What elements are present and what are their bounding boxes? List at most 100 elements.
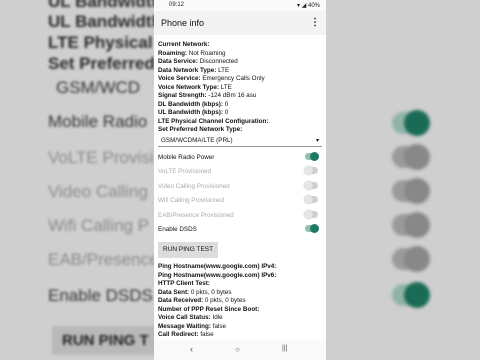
- bg-text: Set Preferred: [48, 54, 155, 73]
- page-title: Phone info: [161, 18, 205, 28]
- info-label: Data Service:: [158, 58, 198, 65]
- info-value: Idle: [212, 314, 223, 321]
- overflow-menu-icon[interactable]: ⋮: [310, 17, 320, 28]
- info-row: Voice Call Status: Idle: [158, 314, 322, 323]
- chevron-down-icon: ▾: [315, 137, 319, 144]
- toggle-knob: [310, 224, 319, 233]
- bg-text: Enable DSDS: [48, 286, 153, 305]
- bg-text: Video Calling: [48, 182, 148, 201]
- toggle-switch: [304, 180, 318, 190]
- switch-row: Mobile Radio Power: [158, 150, 322, 165]
- info-value: Not Roaming: [188, 49, 226, 57]
- info-label: Data Network Type:: [158, 66, 217, 74]
- bg-text: Mobile Radio: [48, 112, 148, 131]
- switch-label: Enable DSDS: [158, 226, 197, 233]
- app-bar: Phone info ⋮: [154, 11, 326, 35]
- toggle-knob: [304, 180, 313, 190]
- bg-text: RUN PING T: [52, 326, 159, 355]
- info-value: false: [212, 322, 227, 330]
- toggle-switch: [304, 166, 318, 175]
- toggle-switch[interactable]: [305, 224, 319, 233]
- status-icons: ▾ ◢ 40%: [297, 3, 320, 9]
- status-bar: 09:12 ▾ ◢ 40%: [154, 0, 326, 11]
- switch-label: Mobile Radio Power: [158, 153, 215, 161]
- preferred-network-dropdown[interactable]: GSM/WCDMA/LTE (PRL) ▾: [158, 136, 322, 147]
- bg-toggle: [392, 212, 430, 238]
- bg-toggle: [392, 178, 430, 204]
- info-label: Data Sent:: [158, 288, 190, 296]
- phone-screen: 09:12 ▾ ◢ 40% Phone info ⋮ Current Netwo…: [154, 0, 326, 360]
- info-label: LTE Physical Channel Configuration:: [158, 117, 269, 125]
- switch-row: Wifi Calling Provisioned: [158, 193, 322, 208]
- info-label: Ping Hostname(www.google.com) IPv4:: [158, 263, 277, 270]
- info-row: Roaming: Not Roaming: [158, 50, 322, 59]
- info-list: Current Network: Roaming: Not Roaming Dat…: [158, 36, 322, 340]
- switch-label: Wifi Calling Provisioned: [158, 197, 225, 204]
- info-value: LTE: [218, 66, 230, 74]
- info-value: 0 pkts, 0 bytes: [204, 297, 246, 304]
- info-label: Call Redirect:: [158, 331, 199, 338]
- info-value: LTE: [220, 83, 232, 91]
- info-row: LTE Physical Channel Configuration:: [158, 118, 322, 127]
- bg-text: Wifi Calling P: [48, 216, 150, 235]
- switch-row: Video Calling Provisioned: [158, 179, 322, 194]
- info-value: Disconnected: [199, 58, 238, 65]
- bg-text: VoLTE Provisi: [48, 148, 154, 167]
- status-time: 09:12: [169, 2, 185, 8]
- back-icon[interactable]: ‹: [190, 344, 193, 354]
- bg-text: UL Bandwidth: [48, 12, 162, 31]
- info-row: Call Redirect: false: [158, 331, 322, 340]
- preferred-network-value: GSM/WCDMA/LTE (PRL): [161, 136, 233, 144]
- info-label: Voice Call Status:: [158, 314, 211, 321]
- run-ping-test-button[interactable]: RUN PING TEST: [158, 241, 219, 258]
- info-row: Voice Service: Emergency Calls Only: [158, 75, 322, 84]
- info-label: Signal Strength:: [158, 92, 207, 99]
- home-icon[interactable]: ○: [235, 345, 240, 354]
- info-row: Number of PPP Reset Since Boot:: [158, 306, 322, 315]
- bg-text: UL Bandwidth: [48, 0, 162, 11]
- info-label: Voice Network Type:: [158, 83, 220, 91]
- bg-toggle: [392, 282, 430, 308]
- info-label: Number of PPP Reset Since Boot:: [158, 305, 260, 313]
- info-row: Signal Strength: -124 dBm 16 asu: [158, 92, 322, 101]
- info-label: DL Bandwidth (kbps):: [158, 100, 223, 108]
- info-value: Emergency Calls Only: [202, 75, 265, 82]
- toggle-knob: [310, 151, 319, 161]
- info-row: Data Received: 0 pkts, 0 bytes: [158, 297, 322, 306]
- info-label: Roaming:: [158, 49, 188, 57]
- bg-text: EAB/Presence: [48, 250, 159, 269]
- switch-label: Video Calling Provisioned: [158, 182, 230, 190]
- info-label: Current Network:: [158, 41, 210, 48]
- info-label: Data Received:: [158, 297, 204, 304]
- bg-toggle: [392, 144, 430, 170]
- info-row: HTTP Client Test:: [158, 280, 322, 289]
- info-row: Data Network Type: LTE: [158, 67, 322, 76]
- info-label: Ping Hostname(www.google.com) IPv6:: [158, 271, 277, 279]
- switch-row: Enable DSDS: [158, 222, 322, 237]
- toggle-knob: [304, 166, 313, 175]
- nav-bar: ‹ ○ |||: [154, 340, 326, 360]
- info-value: -124 dBm 16 asu: [208, 92, 257, 99]
- info-label: UL Bandwidth (kbps):: [158, 109, 223, 116]
- info-value: 0 pkts, 0 bytes: [190, 288, 232, 296]
- switch-label: EAB/Presence Provisioned: [158, 211, 234, 219]
- info-value: 0: [224, 100, 229, 108]
- info-row: Message Waiting: false: [158, 323, 322, 332]
- toggle-switch[interactable]: [305, 151, 319, 161]
- switch-row: EAB/Presence Provisioned: [158, 208, 322, 223]
- info-row: UL Bandwidth (kbps): 0: [158, 109, 322, 118]
- bg-text: LTE Physical C: [48, 33, 170, 52]
- info-label: HTTP Client Test:: [158, 280, 210, 287]
- bg-text: GSM/WCD: [56, 78, 141, 97]
- info-row: Data Service: Disconnected: [158, 58, 322, 67]
- toggle-switch: [304, 195, 318, 204]
- toggle-switch: [304, 209, 318, 219]
- toggle-knob: [304, 195, 313, 204]
- info-row: Voice Network Type: LTE: [158, 84, 322, 93]
- info-row: DL Bandwidth (kbps): 0: [158, 101, 322, 110]
- info-value: false: [200, 331, 214, 338]
- info-value: 0: [224, 109, 229, 116]
- recents-icon[interactable]: |||: [282, 345, 287, 352]
- info-row: Ping Hostname(www.google.com) IPv4:: [158, 263, 322, 272]
- info-label: Message Waiting:: [158, 322, 211, 330]
